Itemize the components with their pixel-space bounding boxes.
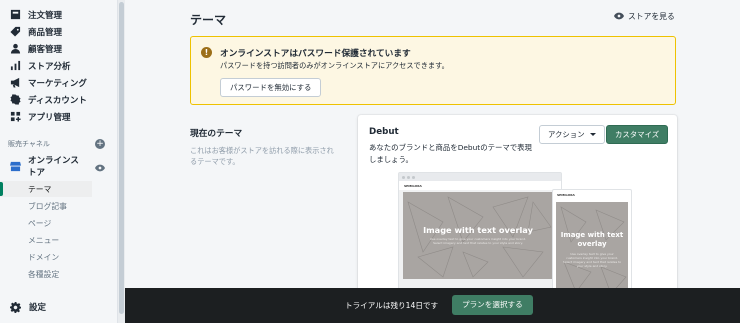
- preview-hero-heading: Image with text overlay: [423, 225, 533, 235]
- sidebar-item-label: 商品管理: [28, 27, 63, 38]
- person-icon: [10, 43, 21, 54]
- trial-remaining-text: トライアルは残り14日です: [345, 301, 439, 310]
- sidebar-item-label: マーケティング: [28, 78, 87, 89]
- current-theme-description: これはお客様がストアを訪れる際に表示されるテーマです。: [190, 146, 334, 166]
- actions-dropdown-button[interactable]: アクション: [539, 125, 605, 144]
- sidebar-item-discounts[interactable]: ディスカウント: [0, 91, 118, 108]
- chevron-down-icon: [589, 133, 596, 136]
- sidebar-subitem-blog-posts[interactable]: ブログ記事: [0, 198, 118, 214]
- bar-chart-icon: [10, 60, 21, 71]
- apps-icon: [10, 111, 21, 122]
- page-title: テーマ: [190, 13, 227, 27]
- view-store-link[interactable]: ストアを見る: [614, 11, 675, 22]
- select-plan-button[interactable]: プランを選択する: [452, 295, 533, 315]
- sidebar-subitem-themes[interactable]: テーマ: [0, 181, 92, 197]
- sidebar-item-settings[interactable]: 設定: [0, 299, 118, 315]
- trial-bar: トライアルは残り14日です プランを選択する: [125, 288, 740, 323]
- warning-icon: !: [201, 47, 212, 58]
- theme-preview: SEMIGURA Image with text overlay Use ove…: [398, 172, 638, 295]
- sidebar-subitem-navigation[interactable]: メニュー: [0, 232, 118, 248]
- hero-pattern: [407, 196, 552, 278]
- sidebar-item-label: ディスカウント: [28, 95, 87, 106]
- theme-description: あなたのブランドと商品をDebutのテーマで表現しましょう。: [369, 143, 532, 164]
- tag-icon: [10, 26, 21, 37]
- banner-title: オンラインストアはパスワード保護されています: [220, 49, 411, 59]
- preview-hero-heading: Image with text overlay: [560, 231, 624, 248]
- scrollbar-thumb[interactable]: [119, 2, 124, 314]
- gear-icon: [10, 301, 21, 313]
- sidebar-item-products[interactable]: 商品管理: [0, 23, 118, 40]
- preview-hero-image: Image with text overlay Use overlay text…: [556, 202, 628, 294]
- actions-label: アクション: [548, 130, 585, 139]
- add-channel-icon[interactable]: +: [95, 139, 105, 149]
- sidebar-item-label: 顧客管理: [28, 44, 63, 55]
- preview-hero-image: Image with text overlay Use overlay text…: [403, 192, 553, 279]
- sidebar-item-online-store[interactable]: オンラインストア: [0, 154, 118, 180]
- sidebar-subitem-domains[interactable]: ドメイン: [0, 249, 118, 265]
- discount-icon: [10, 94, 21, 105]
- preview-store-name: SEMIGURA: [557, 192, 575, 197]
- preview-store-name: SEMIGURA: [399, 181, 561, 190]
- sidebar-item-analytics[interactable]: ストア分析: [0, 57, 118, 74]
- customize-button[interactable]: カスタマイズ: [606, 125, 669, 144]
- sidebar: 注文管理 商品管理 顧客管理 ストア分析 マーケティング ディスカウント アプリ…: [0, 0, 118, 323]
- preview-hero-text: Use overlay text to give your customers …: [562, 252, 622, 268]
- sidebar-scrollbar[interactable]: [118, 0, 125, 323]
- mobile-preview: SEMIGURA Image with text overlay Use ove…: [552, 189, 632, 295]
- password-protection-banner: ! オンラインストアはパスワード保護されています パスワードを持つ訪問者のみがオ…: [190, 36, 676, 105]
- browser-chrome: [399, 173, 561, 181]
- store-icon: [10, 157, 21, 172]
- theme-name: Debut: [369, 127, 399, 137]
- eye-icon: [614, 12, 624, 22]
- eye-icon[interactable]: [95, 157, 105, 172]
- sidebar-item-label: ストア分析: [28, 61, 71, 72]
- sidebar-item-customers[interactable]: 顧客管理: [0, 40, 118, 57]
- sidebar-item-label: アプリ管理: [28, 112, 71, 123]
- sidebar-item-label: 注文管理: [28, 10, 63, 21]
- disable-password-button[interactable]: パスワードを無効にする: [220, 78, 322, 97]
- view-store-label: ストアを見る: [628, 12, 675, 21]
- sidebar-item-orders[interactable]: 注文管理: [0, 6, 118, 23]
- sidebar-item-apps[interactable]: アプリ管理: [0, 108, 118, 125]
- sidebar-subitem-preferences[interactable]: 各種設定: [0, 266, 118, 282]
- banner-description: パスワードを持つ訪問者のみがオンラインストアにアクセスできます。: [220, 61, 449, 70]
- orders-icon: [10, 9, 21, 20]
- preview-hero-text: Use overlay text to give your customers …: [429, 237, 527, 245]
- current-theme-card: Debut あなたのブランドと商品をDebutのテーマで表現しましょう。 アクシ…: [358, 115, 677, 295]
- sales-channels-label: 販売チャネル: [8, 140, 50, 148]
- megaphone-icon: [10, 77, 21, 88]
- main-content: テーマ ストアを見る ! オンラインストアはパスワード保護されています パスワー…: [125, 0, 740, 323]
- sidebar-item-label: オンラインストア: [28, 156, 79, 178]
- sidebar-subitem-pages[interactable]: ページ: [0, 215, 118, 231]
- desktop-preview: SEMIGURA Image with text overlay Use ove…: [398, 172, 562, 295]
- current-theme-heading: 現在のテーマ: [190, 129, 243, 139]
- sidebar-item-label: 設定: [29, 303, 47, 313]
- sidebar-item-marketing[interactable]: マーケティング: [0, 74, 118, 91]
